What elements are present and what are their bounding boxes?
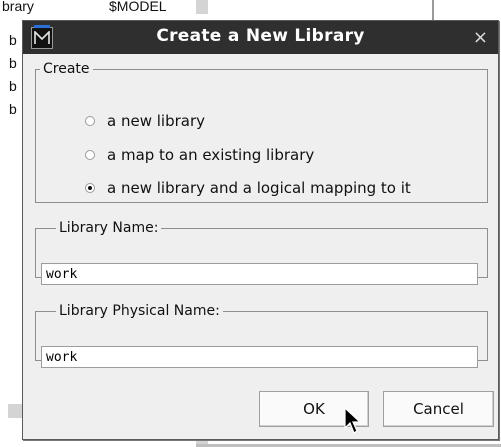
bg-divider: [432, 0, 434, 20]
physical-name-input[interactable]: [41, 346, 478, 368]
bg-text-model: $MODEL: [109, 0, 167, 14]
radio-button-selected[interactable]: [85, 183, 95, 193]
radio-label: a map to an existing library: [107, 146, 315, 164]
create-library-dialog: Create a New Library × Create a new libr…: [22, 20, 499, 440]
bg-text-b1: b: [9, 32, 17, 48]
bg-text-b2: b: [9, 55, 17, 71]
bg-text-brary: brary: [2, 0, 34, 14]
library-name-input[interactable]: [41, 263, 478, 285]
radio-label: a new library and a logical mapping to i…: [107, 179, 411, 197]
bg-column-divider: [196, 0, 208, 14]
dialog-titlebar[interactable]: Create a New Library ×: [23, 21, 498, 54]
bg-text-b3: b: [9, 78, 17, 94]
create-group: Create a new library a map to an existin…: [35, 61, 488, 203]
bg-text-b4: b: [9, 101, 17, 117]
cancel-button[interactable]: Cancel: [383, 391, 494, 427]
radio-button[interactable]: [85, 116, 95, 126]
library-name-group: Library Name:: [35, 220, 488, 285]
bg-scroll-stub: [8, 404, 22, 418]
radio-new-and-mapping[interactable]: a new library and a logical mapping to i…: [85, 179, 411, 197]
close-icon[interactable]: ×: [473, 27, 488, 48]
dialog-title: Create a New Library: [156, 26, 365, 46]
create-group-legend: Create: [43, 61, 90, 77]
physical-name-group: Library Physical Name:: [35, 303, 488, 368]
radio-map-existing[interactable]: a map to an existing library: [85, 146, 314, 164]
mouse-pointer-icon: [344, 407, 362, 434]
physical-name-legend: Library Physical Name:: [59, 303, 220, 319]
radio-button[interactable]: [85, 150, 95, 160]
library-name-legend: Library Name:: [59, 220, 159, 236]
radio-label: a new library: [107, 112, 205, 130]
radio-new-library[interactable]: a new library: [85, 112, 205, 130]
